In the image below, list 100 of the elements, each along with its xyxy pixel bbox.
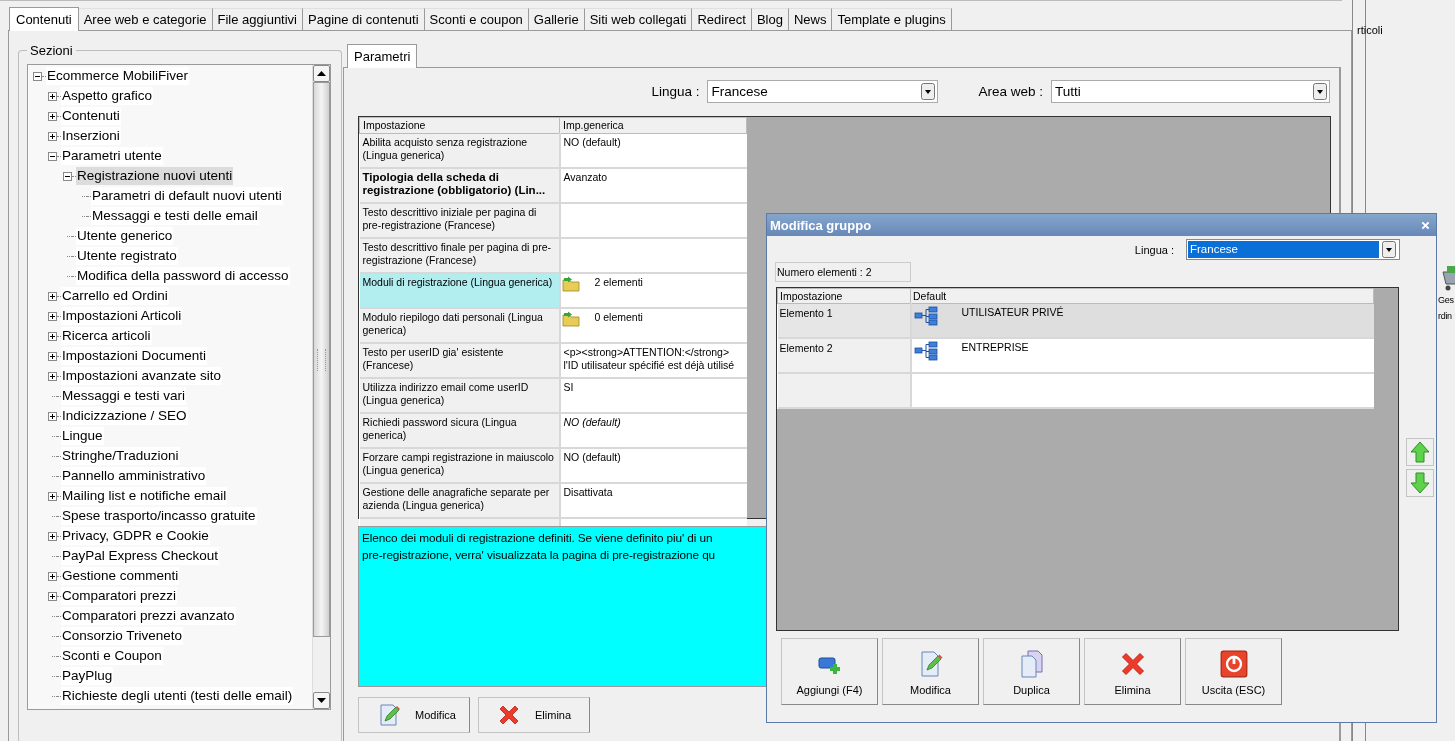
tree-item[interactable]: Stringhe/Traduzioni bbox=[61, 447, 180, 465]
expand-icon[interactable] bbox=[48, 91, 57, 101]
expand-icon[interactable] bbox=[48, 111, 57, 121]
table-cell[interactable]: Richiedi password sicura (Lingua generica) bbox=[359, 413, 560, 448]
table-row[interactable]: Elemento 2 ENTREPRISE bbox=[777, 338, 1374, 373]
delete-button[interactable]: Elimina bbox=[1084, 638, 1181, 705]
tab[interactable]: Blog bbox=[751, 8, 789, 30]
language-dropdown[interactable]: Francese bbox=[1186, 239, 1400, 260]
tree-item[interactable]: Spese trasporto/incasso gratuite bbox=[61, 507, 257, 525]
expand-icon[interactable] bbox=[48, 311, 57, 321]
collapse-icon[interactable] bbox=[33, 71, 42, 81]
table-cell: ENTREPRISE bbox=[961, 341, 1029, 353]
tree-item[interactable]: Parametri utente bbox=[61, 147, 163, 165]
tab[interactable]: Siti web collegati bbox=[584, 8, 693, 30]
tab[interactable]: Redirect bbox=[692, 8, 752, 30]
collapse-icon[interactable] bbox=[48, 151, 57, 161]
x-icon bbox=[497, 703, 521, 727]
folder-icon[interactable] bbox=[561, 311, 580, 327]
dropdown[interactable]: Tutti bbox=[1051, 80, 1330, 103]
scroll-up-icon[interactable] bbox=[317, 71, 326, 76]
table-cell[interactable]: Utilizza indirizzo email come userID (Lingua generica) bbox=[359, 378, 560, 413]
tree-item[interactable]: Comparatori prezzi avanzato bbox=[61, 607, 236, 625]
tree-item[interactable]: Lingue bbox=[61, 427, 104, 445]
tree-item[interactable]: Modifica della password di accesso bbox=[76, 267, 290, 285]
tree-item[interactable]: Privacy, GDPR e Cookie bbox=[61, 527, 210, 545]
shortcut-label: Ges bbox=[1438, 294, 1454, 307]
tab[interactable]: Gallerie bbox=[528, 8, 585, 30]
dialog-title: Modifica gruppo bbox=[770, 217, 872, 233]
add-button[interactable]: Aggiungi (F4) bbox=[781, 638, 878, 705]
language-label: Lingua : bbox=[1134, 243, 1174, 256]
tree-item[interactable]: Utente registrato bbox=[76, 247, 178, 265]
table-cell[interactable]: Moduli di registrazione (Lingua generica) bbox=[359, 273, 560, 308]
folder-icon[interactable] bbox=[561, 276, 580, 292]
tree-item[interactable]: Impostazioni Documenti bbox=[61, 347, 208, 365]
tree-item[interactable]: Ecommerce MobiliFiver bbox=[46, 67, 190, 85]
table-cell[interactable]: Testo per userID gia' esistente (Francese) bbox=[359, 343, 560, 378]
tab[interactable]: Pagine di contenuti bbox=[303, 8, 425, 30]
tree-item[interactable]: Mailing list e notifiche email bbox=[61, 487, 228, 505]
tab[interactable]: Template e plugins bbox=[832, 8, 952, 30]
group-title: Sezioni bbox=[29, 43, 74, 58]
tree-item[interactable]: Impostazioni Articoli bbox=[61, 307, 183, 325]
expand-icon[interactable] bbox=[48, 491, 57, 501]
tree-item[interactable]: Impostazioni avanzate sito bbox=[61, 367, 223, 385]
tree-item[interactable]: Parametri di default nuovi utenti bbox=[91, 187, 283, 205]
count-field: Numero elementi : 2 bbox=[775, 262, 911, 282]
expand-icon[interactable] bbox=[48, 131, 57, 141]
dropdown[interactable]: Francese bbox=[707, 80, 939, 103]
tree-item[interactable]: Comparatori prezzi bbox=[61, 587, 178, 605]
tab[interactable]: Parametri bbox=[347, 44, 418, 68]
table-cell[interactable]: Testo descrittivo iniziale per pagina di pre-registrazione (Francese) bbox=[359, 203, 560, 238]
tab[interactable]: Sconti e coupon bbox=[424, 8, 529, 30]
tree-item[interactable]: Utente generico bbox=[76, 227, 174, 245]
move-down-button[interactable] bbox=[1406, 469, 1434, 497]
expand-icon[interactable] bbox=[48, 331, 57, 341]
expand-icon[interactable] bbox=[48, 291, 57, 301]
tree-item[interactable]: Sconti e Coupon bbox=[61, 647, 163, 665]
tree-item[interactable]: Gestione commenti bbox=[61, 567, 180, 585]
table-cell[interactable]: Tipologia della scheda di registrazione (obbligatorio) (Lin... bbox=[359, 168, 560, 203]
table-cell: Disattivata bbox=[563, 486, 613, 498]
tab[interactable]: File aggiuntivi bbox=[212, 8, 303, 30]
tree-item[interactable]: Messaggi e testi vari bbox=[61, 387, 187, 405]
tree-item[interactable]: Ricerca articoli bbox=[61, 327, 152, 345]
tree-item[interactable]: Pannello amministrativo bbox=[61, 467, 207, 485]
scrollbar[interactable] bbox=[312, 65, 330, 709]
tab[interactable]: Aree web e categorie bbox=[78, 8, 213, 30]
collapse-icon[interactable] bbox=[63, 171, 72, 181]
edit-button[interactable]: Modifica bbox=[358, 697, 470, 733]
expand-icon[interactable] bbox=[48, 571, 57, 581]
tree-item[interactable]: Messaggi e testi delle email bbox=[91, 207, 259, 225]
tree-item[interactable]: Indicizzazione / SEO bbox=[61, 407, 188, 425]
table-cell[interactable]: Gestione delle anagrafiche separate per azienda (Lingua generica) bbox=[359, 483, 560, 518]
table-cell[interactable]: Forzare campi registrazione in maiuscolo (Lingua generica) bbox=[359, 448, 560, 483]
table-cell[interactable]: Modulo riepilogo dati personali (Lingua generica) bbox=[359, 308, 560, 343]
tree-item[interactable]: Richieste degli utenti (testi delle email) bbox=[61, 687, 294, 705]
description-text: pre-registrazione, verra' visualizzata la pagina di pre-registrazione qu bbox=[362, 547, 717, 564]
tree-item[interactable]: Carrello ed Ordini bbox=[61, 287, 169, 305]
delete-button[interactable]: Elimina bbox=[478, 697, 590, 733]
tree-item[interactable]: Registrazione nuovi utenti bbox=[76, 167, 234, 185]
tree-item[interactable]: Consorzio Triveneto bbox=[61, 627, 184, 645]
table-cell[interactable]: Testo descrittivo finale per pagina di pre-registrazione (Francese) bbox=[359, 238, 560, 273]
tree-item[interactable]: PayPlug bbox=[61, 667, 114, 685]
expand-icon[interactable] bbox=[48, 591, 57, 601]
tree-item[interactable]: Contenuti bbox=[61, 107, 121, 125]
tree-item[interactable]: PayPal Express Checkout bbox=[61, 547, 220, 565]
exit-button[interactable]: Uscita (ESC) bbox=[1185, 638, 1282, 705]
expand-icon[interactable] bbox=[48, 531, 57, 541]
expand-icon[interactable] bbox=[48, 371, 57, 381]
tree-item[interactable]: Inserzioni bbox=[61, 127, 121, 145]
scroll-down-icon[interactable] bbox=[317, 698, 326, 703]
table-cell[interactable]: Abilita acquisto senza registrazione (Lingua generica) bbox=[359, 133, 560, 168]
move-up-button[interactable] bbox=[1406, 438, 1434, 466]
expand-icon[interactable] bbox=[48, 351, 57, 361]
tab[interactable]: News bbox=[788, 8, 833, 30]
edit-button[interactable]: Modifica bbox=[882, 638, 979, 705]
close-icon[interactable] bbox=[1421, 220, 1430, 230]
expand-icon[interactable] bbox=[48, 411, 57, 421]
tab[interactable]: Contenuti bbox=[9, 7, 79, 31]
tree-item[interactable]: Aspetto grafico bbox=[61, 87, 154, 105]
table-row[interactable]: Elemento 1 UTILISATEUR PRIVÉ bbox=[777, 303, 1374, 338]
duplicate-button[interactable]: Duplica bbox=[983, 638, 1080, 705]
